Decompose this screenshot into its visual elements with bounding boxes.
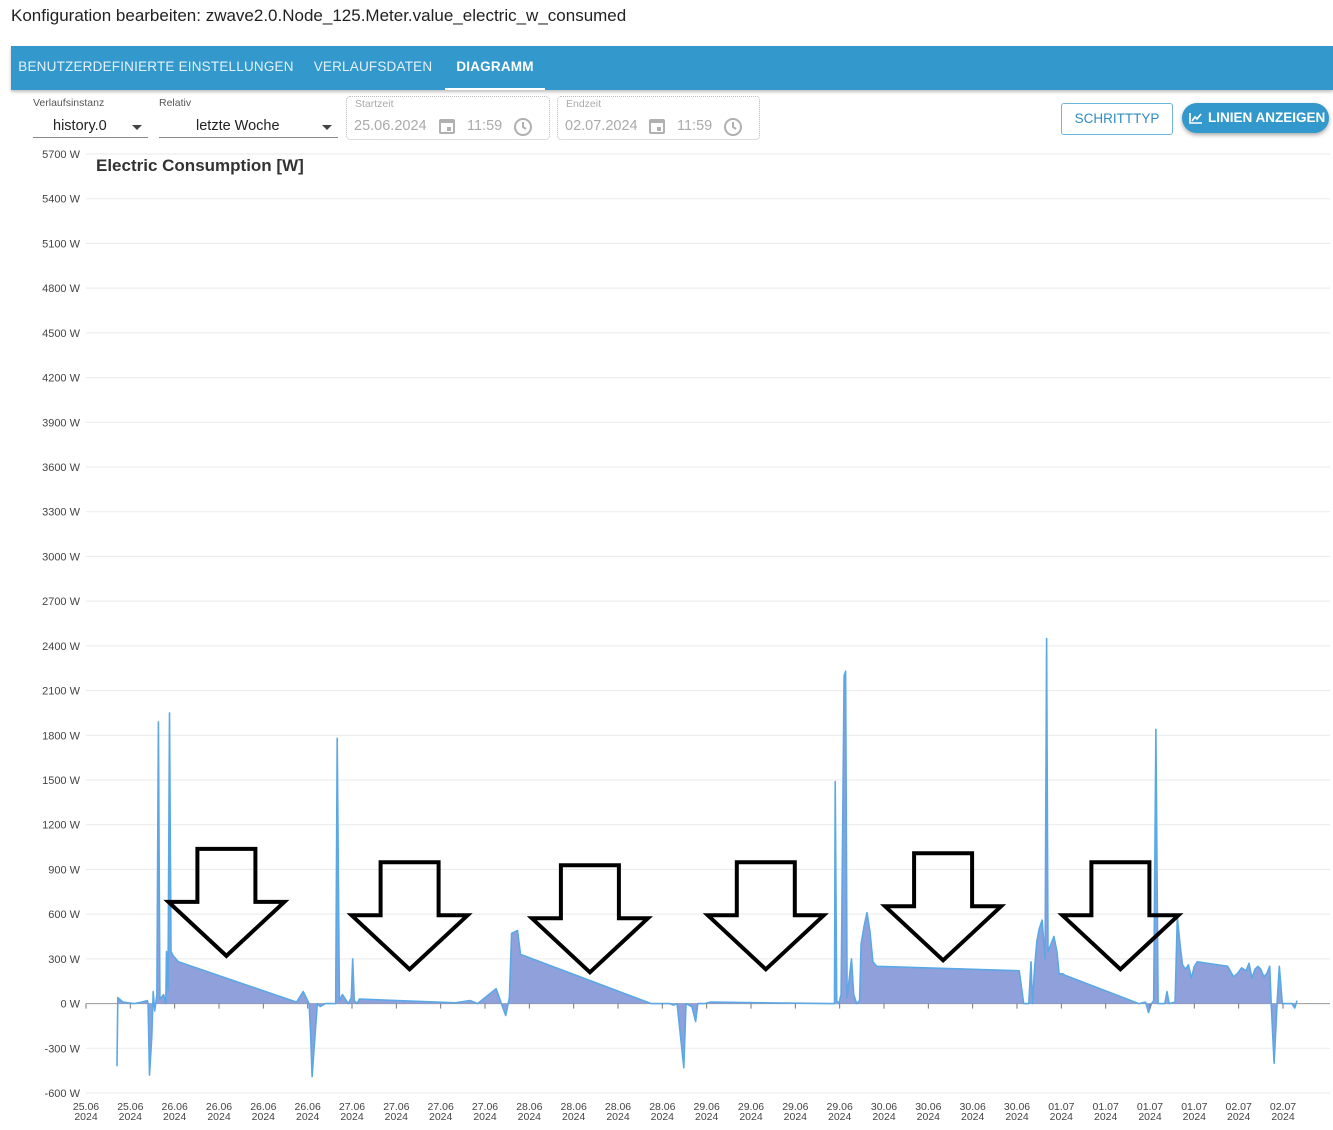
x-tick-label-year: 2024 xyxy=(119,1111,143,1123)
y-tick-label: 0 W xyxy=(60,999,80,1011)
x-tick-label-year: 2024 xyxy=(1227,1111,1251,1123)
x-tick-label-year: 2024 xyxy=(1271,1111,1295,1123)
x-tick-label-year: 2024 xyxy=(917,1111,941,1123)
x-tick-label-year: 2024 xyxy=(207,1111,231,1123)
y-tick-label: 5100 W xyxy=(42,238,81,250)
x-tick-label-year: 2024 xyxy=(518,1111,542,1123)
x-tick-label-year: 2024 xyxy=(340,1111,364,1123)
y-tick-label: 300 W xyxy=(48,954,80,966)
y-axis-labels: -600 W -300 W 0 W 300 W 600 W 900 W 1200 W 1500… xyxy=(42,149,81,1100)
x-tick-label-year: 2024 xyxy=(695,1111,719,1123)
x-tick-label-year: 2024 xyxy=(562,1111,586,1123)
y-tick-label: 600 W xyxy=(48,909,80,921)
x-tick-label-year: 2024 xyxy=(1094,1111,1118,1123)
y-tick-label: 2100 W xyxy=(42,686,81,698)
x-tick-label-year: 2024 xyxy=(739,1111,763,1123)
y-tick-label: 3900 W xyxy=(42,417,81,429)
y-tick-label: 1200 W xyxy=(42,820,81,832)
x-tick-label-year: 2024 xyxy=(473,1111,497,1123)
series-fill xyxy=(117,638,1297,1077)
down-arrow-annotation xyxy=(702,860,829,973)
consumption-chart: -600 W -300 W 0 W 300 W 600 W 900 W 1200 W 1500… xyxy=(42,149,1330,1123)
grid-lines xyxy=(86,153,1330,1094)
y-tick-label: 2700 W xyxy=(42,596,81,608)
y-tick-label: 5700 W xyxy=(42,149,81,161)
x-tick-label-year: 2024 xyxy=(606,1111,630,1123)
y-tick-label: 1800 W xyxy=(42,730,81,742)
down-arrow-annotation xyxy=(526,863,653,976)
y-tick-label: 4500 W xyxy=(42,328,81,340)
x-tick-label-year: 2024 xyxy=(163,1111,187,1123)
x-tick-label-year: 2024 xyxy=(429,1111,453,1123)
y-tick-label: 3300 W xyxy=(42,507,81,519)
x-tick-label-year: 2024 xyxy=(828,1111,852,1123)
y-tick-label: 3000 W xyxy=(42,551,81,563)
x-tick-label-year: 2024 xyxy=(1050,1111,1074,1123)
series-area xyxy=(116,637,1298,1078)
y-tick-label: 2400 W xyxy=(42,641,81,653)
x-tick-label-year: 2024 xyxy=(784,1111,808,1123)
x-tick-label-year: 2024 xyxy=(872,1111,896,1123)
x-tick-label-year: 2024 xyxy=(1005,1111,1029,1123)
y-tick-label: 4800 W xyxy=(42,283,81,295)
x-tick-label-year: 2024 xyxy=(296,1111,320,1123)
down-arrow-annotation xyxy=(163,846,290,959)
y-tick-label: 1500 W xyxy=(42,775,81,787)
y-tick-label: 5400 W xyxy=(42,194,81,206)
x-tick-label-year: 2024 xyxy=(252,1111,276,1123)
y-tick-label: -600 W xyxy=(45,1088,81,1100)
x-tick-label-year: 2024 xyxy=(1138,1111,1162,1123)
down-arrow-annotation xyxy=(346,860,473,973)
y-tick-label: 4200 W xyxy=(42,373,81,385)
y-tick-label: 900 W xyxy=(48,864,80,876)
y-tick-label: 3600 W xyxy=(42,462,81,474)
x-tick-label-year: 2024 xyxy=(385,1111,409,1123)
series-line xyxy=(116,637,1298,1078)
x-tick-label-year: 2024 xyxy=(1183,1111,1207,1123)
chart-title: Electric Consumption [W] xyxy=(96,156,304,175)
annotation-arrows xyxy=(163,846,1184,976)
down-arrow-annotation xyxy=(1057,860,1184,973)
x-tick-label-year: 2024 xyxy=(651,1111,675,1123)
y-tick-label: -300 W xyxy=(45,1043,81,1055)
x-tick-label-year: 2024 xyxy=(74,1111,98,1123)
x-tick-label-year: 2024 xyxy=(961,1111,985,1123)
